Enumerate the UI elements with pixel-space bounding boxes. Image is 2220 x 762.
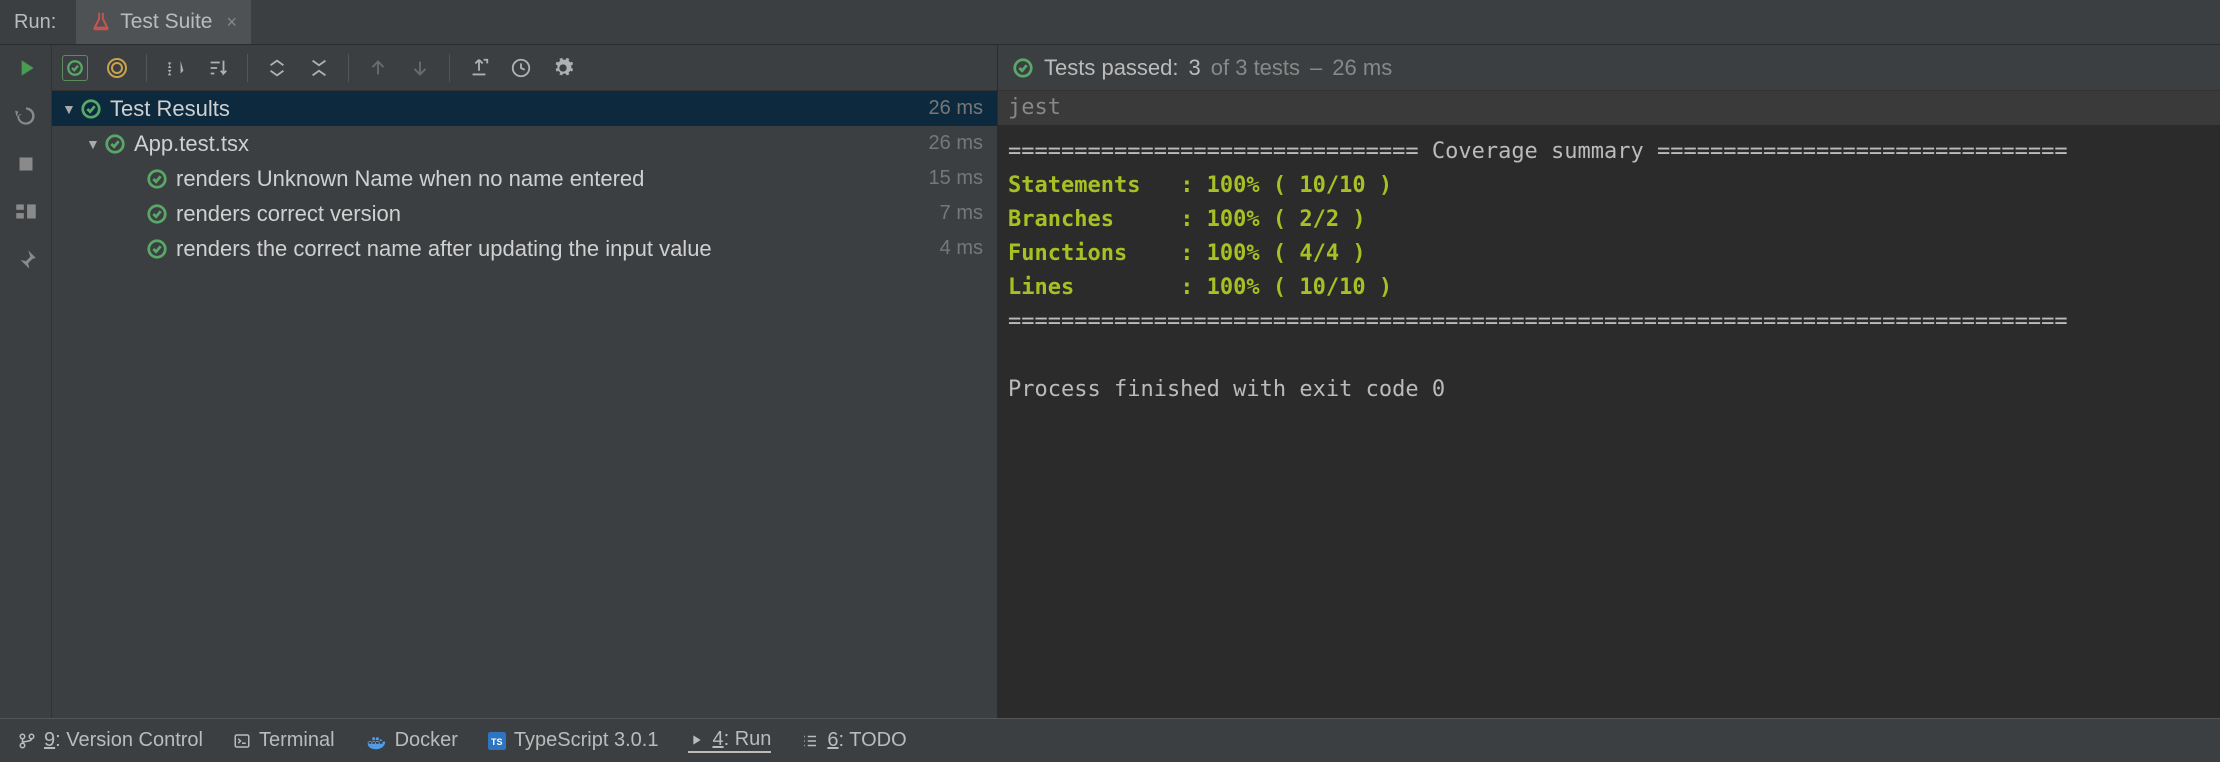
history-icon[interactable] xyxy=(508,55,534,81)
prev-fail-icon[interactable] xyxy=(365,55,391,81)
pin-icon[interactable] xyxy=(13,247,39,273)
tree-test-time: 7 ms xyxy=(940,202,989,225)
tree-file[interactable]: ▼ App.test.tsx 26 ms xyxy=(52,126,997,161)
summary-time: 26 ms xyxy=(1332,55,1392,81)
separator xyxy=(348,54,349,82)
check-icon xyxy=(1012,57,1034,79)
separator xyxy=(146,54,147,82)
summary-count: 3 xyxy=(1189,55,1201,81)
chevron-down-icon[interactable]: ▼ xyxy=(62,101,80,117)
stop-icon[interactable] xyxy=(13,151,39,177)
show-ignored-icon[interactable] xyxy=(104,55,130,81)
check-icon xyxy=(104,133,126,155)
console-pane: Tests passed: 3 of 3 tests – 26 ms jest … xyxy=(998,45,2220,718)
chevron-down-icon[interactable]: ▼ xyxy=(86,136,104,152)
flask-icon xyxy=(90,11,112,33)
layout-icon[interactable] xyxy=(13,199,39,225)
branch-icon xyxy=(18,732,36,750)
tree-root[interactable]: ▼ Test Results 26 ms xyxy=(52,91,997,126)
tree-test-label: renders Unknown Name when no name entere… xyxy=(176,166,929,192)
sort-alpha-icon[interactable] xyxy=(163,55,189,81)
check-icon xyxy=(146,203,168,225)
separator xyxy=(449,54,450,82)
status-docker[interactable]: Docker xyxy=(365,729,458,752)
status-terminal[interactable]: Terminal xyxy=(233,729,335,752)
check-icon xyxy=(80,98,102,120)
close-icon[interactable]: × xyxy=(226,12,237,33)
export-icon[interactable] xyxy=(466,55,492,81)
test-toolbar xyxy=(52,45,997,91)
terminal-icon xyxy=(233,732,251,750)
run-gutter xyxy=(0,45,52,718)
typescript-icon: TS xyxy=(488,732,506,750)
summary-of: of 3 tests xyxy=(1211,55,1300,81)
tree-test[interactable]: renders the correct name after updating … xyxy=(52,231,997,266)
run-tab-row: Run: Test Suite × xyxy=(0,0,2220,45)
status-vcs[interactable]: 9: Version Control xyxy=(18,729,203,752)
docker-icon xyxy=(365,730,387,752)
sort-duration-icon[interactable] xyxy=(205,55,231,81)
console-body: =============================== Coverage… xyxy=(998,125,2220,417)
check-icon xyxy=(146,238,168,260)
tree-root-time: 26 ms xyxy=(929,97,989,120)
tab-test-suite[interactable]: Test Suite × xyxy=(76,0,251,44)
settings-icon[interactable] xyxy=(550,55,576,81)
test-tree: ▼ Test Results 26 ms ▼ App.test.tsx 26 m… xyxy=(52,91,997,718)
test-tree-pane: ▼ Test Results 26 ms ▼ App.test.tsx 26 m… xyxy=(52,45,998,718)
tab-label: Test Suite xyxy=(120,10,212,34)
rerun-failed-icon[interactable] xyxy=(13,103,39,129)
status-todo[interactable]: 6: TODO xyxy=(801,729,906,752)
tree-root-label: Test Results xyxy=(110,96,929,122)
run-label: Run: xyxy=(14,11,56,34)
collapse-all-icon[interactable] xyxy=(306,55,332,81)
tree-file-time: 26 ms xyxy=(929,132,989,155)
rerun-icon[interactable] xyxy=(13,55,39,81)
list-icon xyxy=(801,732,819,750)
tree-test-time: 4 ms xyxy=(940,237,989,260)
status-typescript[interactable]: TS TypeScript 3.0.1 xyxy=(488,729,659,752)
tree-file-label: App.test.tsx xyxy=(134,131,929,157)
expand-all-icon[interactable] xyxy=(264,55,290,81)
tree-test[interactable]: renders Unknown Name when no name entere… xyxy=(52,161,997,196)
play-icon xyxy=(688,732,704,748)
console-output[interactable]: jest =============================== Cov… xyxy=(998,91,2220,718)
show-passed-icon[interactable] xyxy=(62,55,88,81)
tree-test-time: 15 ms xyxy=(929,167,989,190)
summary-prefix: Tests passed: xyxy=(1044,55,1179,81)
console-command: jest xyxy=(998,91,2220,125)
svg-text:TS: TS xyxy=(491,736,503,746)
test-summary: Tests passed: 3 of 3 tests – 26 ms xyxy=(998,45,2220,91)
tree-test[interactable]: renders correct version 7 ms xyxy=(52,196,997,231)
status-bar: 9: Version Control Terminal Docker TS Ty… xyxy=(0,718,2220,762)
check-icon xyxy=(146,168,168,190)
next-fail-icon[interactable] xyxy=(407,55,433,81)
separator xyxy=(247,54,248,82)
tree-test-label: renders correct version xyxy=(176,201,940,227)
summary-dash: – xyxy=(1310,55,1322,81)
status-run[interactable]: 4: Run xyxy=(688,728,771,753)
tree-test-label: renders the correct name after updating … xyxy=(176,236,940,262)
console-text: =============================== Coverage… xyxy=(1008,135,2210,407)
